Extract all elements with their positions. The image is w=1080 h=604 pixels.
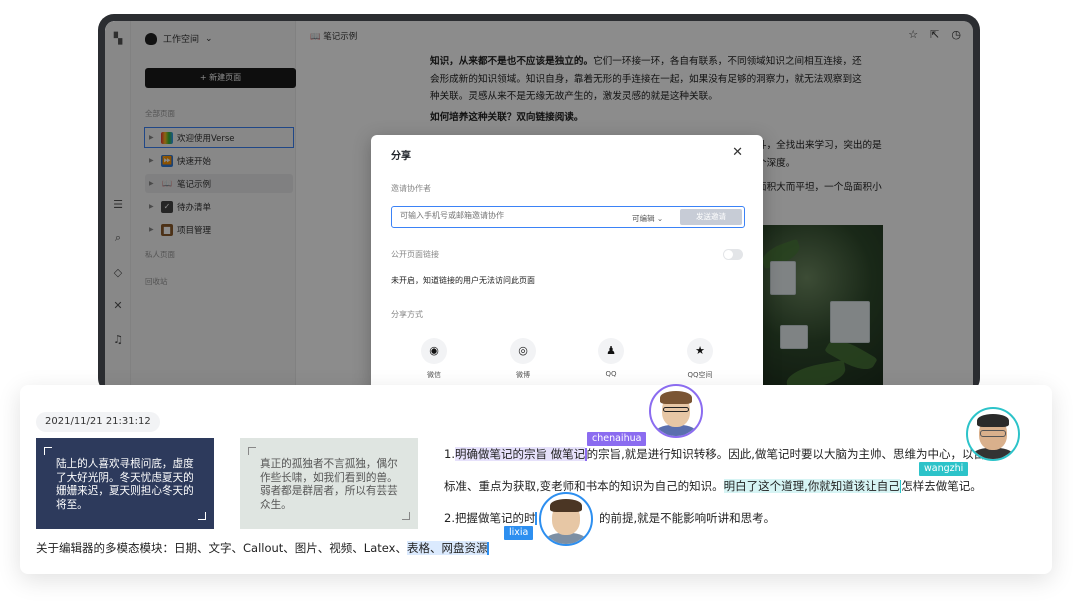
modules-line[interactable]: 关于编辑器的多模态模块：日期、文字、Callout、图片、视频、Latex、表格… [36, 540, 489, 556]
date-chip[interactable]: 2021/11/21 21:31:12 [36, 412, 160, 432]
text: 标准、重点为获取,变老师和书本的知识为自己的知识。 [444, 479, 724, 493]
editor-card: 2021/11/21 21:31:12 陆上的人喜欢寻根问底，虚度了大好光阴。冬… [20, 384, 1052, 574]
send-invite-button[interactable]: 发送邀请 [680, 209, 742, 225]
weibo-icon: ◎ [510, 338, 536, 364]
text: 怎样去做笔记。 [901, 479, 982, 493]
quote-corner-icon [198, 512, 206, 520]
text: 2.把握做笔记的时 [444, 511, 536, 525]
quote-corner-icon [402, 512, 410, 520]
share-method-label: 分享方式 [391, 310, 423, 319]
highlight-wangzhi: 明白了这个道理,你就知道该让自己 [723, 479, 900, 493]
highlight-selection: 表格、网盘资源 [406, 541, 488, 555]
laptop-frame: ▚ ☰ ⌕ ◇ ✕ ♫ 工作空间 ⌄ + 新建页面 全部页面 ▶ 欢迎使用Ver… [98, 14, 980, 401]
close-icon[interactable]: ✕ [732, 145, 743, 160]
editor-line-3[interactable]: 2.把握做笔记的时 的前提,就是不能影响听讲和思考。 [444, 510, 775, 526]
share-option-label: QQ空间 [687, 371, 713, 379]
text: 1. [444, 447, 455, 461]
invite-input[interactable] [400, 211, 600, 220]
share-qq[interactable]: ♟ QQ [586, 338, 636, 378]
cursor-lixia [535, 512, 537, 525]
callout-light[interactable]: 真正的孤独者不言孤独，偶尔作些长啸，如我们看到的兽。弱者都是群居者，所以有芸芸众… [240, 438, 418, 529]
permission-select[interactable]: 可编辑 ⌄ [632, 213, 663, 224]
share-wechat[interactable]: ◉ 微信 [409, 338, 459, 380]
collaborator-tag: wangzhi [919, 462, 969, 476]
share-weibo[interactable]: ◎ 微博 [498, 338, 548, 380]
highlight-chenaihua: 明确做笔记的宗旨 做笔记 [454, 447, 586, 461]
wechat-icon: ◉ [421, 338, 447, 364]
editor-line-1[interactable]: 1.明确做笔记的宗旨 做笔记 的宗旨,就是进行知识转移。因此,做笔记时要以大脑为主… [444, 446, 985, 462]
public-link-status: 未开启，知道链接的用户无法访问此页面 [391, 276, 535, 285]
quote-corner-icon [44, 447, 52, 455]
public-link-toggle[interactable] [723, 249, 743, 260]
callout-text: 陆上的人喜欢寻根问底，虚度了大好光阴。冬天忧虑夏天的姗姗来迟，夏天则担心冬天的将… [56, 458, 194, 511]
text: 关于编辑器的多模态模块：日期、文字、Callout、图片、视频、Latex、 [36, 541, 407, 555]
app-screen: ▚ ☰ ⌕ ◇ ✕ ♫ 工作空间 ⌄ + 新建页面 全部页面 ▶ 欢迎使用Ver… [105, 21, 973, 401]
text: 的前提,就是不能影响听讲和思考。 [598, 511, 776, 525]
callout-dark[interactable]: 陆上的人喜欢寻根问底，虚度了大好光阴。冬天忧虑夏天的姗姗来迟，夏天则担心冬天的将… [36, 438, 214, 529]
public-link-label: 公开页面链接 [391, 250, 439, 259]
share-option-label: QQ [605, 370, 617, 378]
collaborator-tag: chenaihua [587, 432, 647, 446]
modal-title: 分享 [391, 151, 411, 162]
avatar-wangzhi[interactable] [966, 407, 1020, 461]
share-qzone[interactable]: ★ QQ空间 [675, 338, 725, 380]
text: 的宗旨,就是进行知识转移。因此,做笔记时要以大脑为主帅、思维为中心，以目 [586, 447, 985, 461]
avatar-lixia[interactable] [539, 492, 593, 546]
text-cursor [487, 542, 489, 555]
avatar-chenaihua[interactable] [649, 384, 703, 438]
editor-line-2[interactable]: 标准、重点为获取,变老师和书本的知识为自己的知识。明白了这个道理,你就知道该让自… [444, 478, 982, 494]
quote-corner-icon [248, 447, 256, 455]
invite-label: 邀请协作者 [391, 184, 431, 193]
qzone-icon: ★ [687, 338, 713, 364]
share-option-label: 微信 [427, 371, 441, 379]
share-option-label: 微博 [516, 371, 530, 379]
collaborator-tag: lixia [504, 526, 534, 540]
callout-text: 真正的孤独者不言孤独，偶尔作些长啸，如我们看到的兽。弱者都是群居者，所以有芸芸众… [260, 458, 398, 511]
invite-field: 可编辑 ⌄ 发送邀请 [391, 206, 745, 228]
share-modal: 分享 ✕ 邀请协作者 可编辑 ⌄ 发送邀请 公开页面链接 未开启，知道链接的用户… [371, 135, 763, 397]
qq-icon: ♟ [598, 338, 624, 364]
